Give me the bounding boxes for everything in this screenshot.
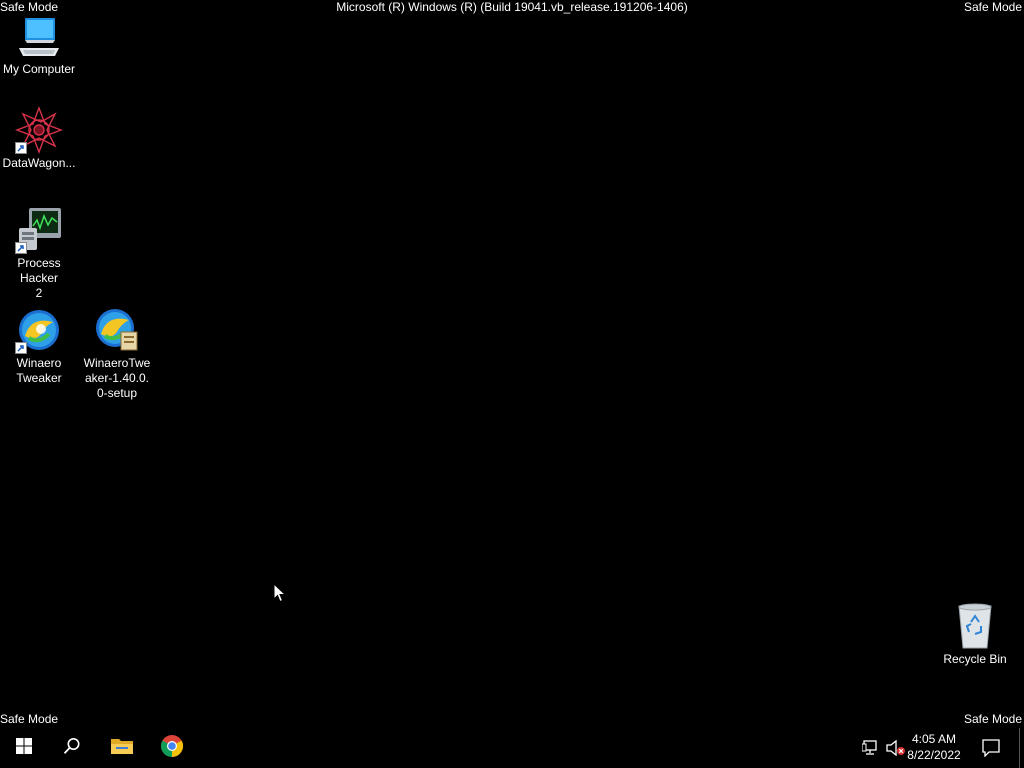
clock-time: 4:05 AM [911, 732, 957, 746]
desktop-icon-label: Process Hacker 2 [17, 256, 61, 300]
desktop-icon-my-computer[interactable]: My Computer [1, 12, 77, 77]
mouse-cursor-icon [273, 582, 287, 608]
safe-mode-watermark-bottom-left: Safe Mode [0, 712, 59, 726]
winaero-tweaker-icon [15, 306, 63, 354]
desktop-icon-label: DataWagon... [2, 156, 76, 170]
desktop-icon-winaero-setup[interactable]: WinaeroTweaker-1.40.0.0-setup [79, 306, 155, 401]
shortcut-arrow-icon [15, 242, 27, 254]
search-button[interactable] [48, 728, 96, 768]
safe-mode-watermark-bottom-right: Safe Mode [963, 712, 1022, 726]
chrome-icon [160, 734, 184, 763]
desktop-icon-label: My Computer [2, 62, 76, 76]
process-hacker-icon [15, 206, 63, 254]
computer-icon [15, 12, 63, 60]
datawagon-icon [15, 106, 63, 154]
taskbar: 4:05 AM 8/22/2022 [0, 728, 1024, 768]
start-button[interactable] [0, 728, 48, 768]
notification-icon[interactable] [982, 739, 1000, 762]
shortcut-arrow-icon [15, 142, 27, 154]
windows-logo-icon [16, 737, 32, 759]
clock-date: 8/22/2022 [907, 748, 961, 762]
desktop-icon-recycle-bin[interactable]: Recycle Bin [937, 602, 1013, 667]
shortcut-arrow-icon [15, 342, 27, 354]
folder-icon [110, 736, 134, 761]
safe-mode-watermark-top-right: Safe Mode [963, 0, 1022, 14]
chrome-button[interactable] [148, 728, 196, 768]
file-explorer-button[interactable] [98, 728, 146, 768]
desktop-icon-process-hacker[interactable]: Process Hacker 2 [1, 206, 77, 301]
search-icon [63, 737, 81, 760]
show-desktop-button[interactable] [1019, 728, 1024, 768]
network-icon[interactable] [861, 740, 880, 761]
desktop-icon-label: WinaeroTweaker-1.40.0.0-setup [83, 356, 151, 400]
desktop-icon-label: Winaero Tweaker [16, 356, 62, 385]
recycle-bin-icon [951, 602, 999, 650]
winaero-setup-icon [93, 306, 141, 354]
desktop-icon-winaero-tweaker[interactable]: Winaero Tweaker [1, 306, 77, 386]
desktop-icon-label: Recycle Bin [943, 652, 1007, 666]
desktop-icon-datawagon[interactable]: DataWagon... [1, 106, 77, 171]
tray-clock[interactable]: 4:05 AM 8/22/2022 [902, 731, 966, 763]
build-watermark: Microsoft (R) Windows (R) (Build 19041.v… [336, 0, 688, 14]
desktop[interactable]: Safe Mode Microsoft (R) Windows (R) (Bui… [0, 0, 1024, 728]
